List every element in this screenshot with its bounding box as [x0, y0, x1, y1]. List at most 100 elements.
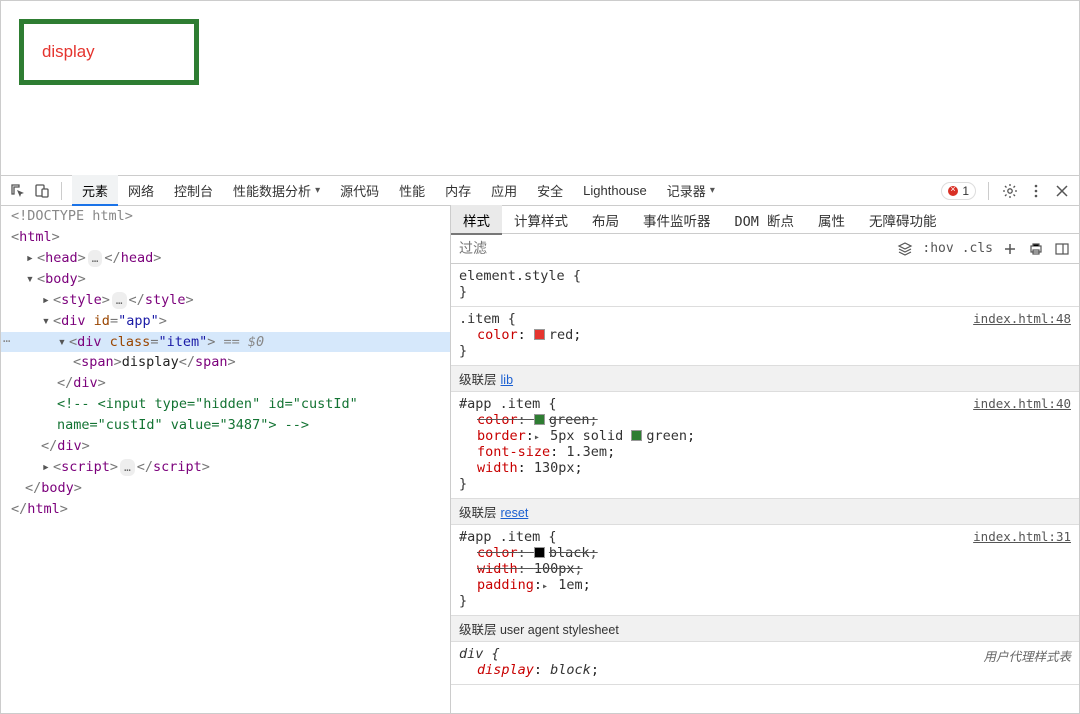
color-swatch-icon[interactable] — [631, 430, 642, 441]
expand-arrow-icon[interactable] — [25, 248, 35, 269]
script-node[interactable]: <script>…</script> — [1, 457, 450, 478]
cascade-layer-link[interactable]: lib — [501, 373, 514, 387]
collapse-arrow-icon[interactable] — [41, 311, 51, 332]
ellipsis-icon[interactable]: … — [112, 292, 127, 309]
rule-element-style[interactable]: element.style { } — [451, 264, 1079, 307]
tab-lighthouse-label: Lighthouse — [583, 183, 647, 198]
styles-filter-input[interactable] — [451, 237, 888, 261]
css-declaration-overridden[interactable]: width: 100px; — [459, 561, 1071, 577]
kebab-menu-icon[interactable] — [1027, 182, 1045, 200]
subtab-layout[interactable]: 布局 — [580, 205, 631, 235]
comment-node-line2[interactable]: name="custId" value="3487"> --> — [1, 415, 450, 436]
collapse-arrow-icon[interactable] — [57, 332, 67, 353]
devtools-tabs: 元素 网络 控制台 性能数据分析▾ 源代码 性能 内存 应用 安全 Lighth… — [72, 175, 935, 206]
rule-selector[interactable]: element.style — [459, 268, 565, 284]
shorthand-expand-icon[interactable]: ▸ — [534, 432, 540, 443]
tab-application[interactable]: 应用 — [481, 175, 527, 206]
tab-perf-insights[interactable]: 性能数据分析▾ — [223, 175, 330, 206]
inspect-element-icon[interactable] — [9, 182, 27, 200]
body-node[interactable]: <body> — [1, 269, 450, 290]
doctype-node[interactable]: <!DOCTYPE html> — [11, 208, 133, 224]
rule-reset[interactable]: index.html:31 #app .item { color: black;… — [451, 525, 1079, 616]
rule-selector[interactable]: div — [459, 646, 483, 662]
css-declaration[interactable]: font-size: 1.3em; — [459, 444, 1071, 460]
close-icon[interactable] — [1053, 182, 1071, 200]
tab-recorder-label: 记录器 — [667, 181, 706, 200]
tab-performance-label: 性能 — [399, 181, 425, 200]
styles-subtabs: 样式 计算样式 布局 事件监听器 DOM 断点 属性 无障碍功能 — [451, 206, 1079, 234]
rule-source-link[interactable]: index.html:31 — [973, 529, 1071, 544]
rule-source-link[interactable]: index.html:40 — [973, 396, 1071, 411]
rule-lib[interactable]: index.html:40 #app .item { color: green;… — [451, 392, 1079, 499]
rule-user-agent[interactable]: 用户代理样式表 div { display: block; — [451, 642, 1079, 685]
head-node[interactable]: <head>…</head> — [1, 248, 450, 269]
cascade-layer-link[interactable]: reset — [501, 506, 529, 520]
css-declaration-overridden[interactable]: color: green; — [459, 412, 1071, 428]
css-declaration[interactable]: display: block; — [459, 662, 1071, 678]
cls-toggle[interactable]: .cls — [962, 241, 993, 256]
expand-arrow-icon[interactable] — [41, 290, 51, 311]
tab-sources[interactable]: 源代码 — [330, 175, 389, 206]
ellipsis-icon[interactable]: … — [88, 250, 103, 267]
styles-panel: 样式 计算样式 布局 事件监听器 DOM 断点 属性 无障碍功能 :hov .c… — [451, 206, 1079, 713]
rule-selector[interactable]: #app .item — [459, 396, 540, 412]
subtab-listeners[interactable]: 事件监听器 — [631, 205, 723, 235]
tab-recorder[interactable]: 记录器▾ — [657, 175, 725, 206]
collapse-arrow-icon[interactable] — [25, 269, 35, 290]
device-toolbar-icon[interactable] — [33, 182, 51, 200]
elements-tree-panel[interactable]: <!DOCTYPE html> <html> <head>…</head> <b… — [1, 206, 451, 713]
app-div-close[interactable]: </div> — [1, 436, 450, 457]
body-close[interactable]: </body> — [1, 478, 450, 499]
comment-node-line1[interactable]: <!-- <input type="hidden" id="custId" — [1, 394, 450, 415]
app-div-node[interactable]: <div id="app"> — [1, 311, 450, 332]
item-div-close[interactable]: </div> — [1, 373, 450, 394]
computed-sidebar-icon[interactable] — [1053, 240, 1071, 258]
gear-icon[interactable] — [1001, 182, 1019, 200]
tab-elements[interactable]: 元素 — [72, 175, 118, 206]
ellipsis-icon[interactable]: … — [120, 459, 135, 476]
row-actions-icon[interactable]: ⋯ — [3, 332, 10, 351]
tab-network[interactable]: 网络 — [118, 175, 164, 206]
html-close[interactable]: </html> — [1, 499, 450, 520]
tab-security[interactable]: 安全 — [527, 175, 573, 206]
tab-memory[interactable]: 内存 — [435, 175, 481, 206]
devtools-main-toolbar: 元素 网络 控制台 性能数据分析▾ 源代码 性能 内存 应用 安全 Lighth… — [1, 176, 1079, 206]
css-declaration[interactable]: color: red; — [459, 327, 1071, 343]
chevron-down-icon: ▾ — [315, 185, 320, 196]
expand-arrow-icon[interactable] — [41, 457, 51, 478]
subtab-properties[interactable]: 属性 — [806, 205, 857, 235]
tab-console[interactable]: 控制台 — [164, 175, 223, 206]
hov-toggle[interactable]: :hov — [922, 241, 953, 256]
new-style-rule-icon[interactable] — [1001, 240, 1019, 258]
devtools-toolbar-right: 1 — [941, 182, 1071, 200]
css-declaration[interactable]: border:▸ 5px solid green; — [459, 428, 1071, 444]
shorthand-expand-icon[interactable]: ▸ — [542, 581, 548, 592]
style-node[interactable]: <style>…</style> — [1, 290, 450, 311]
tab-console-label: 控制台 — [174, 181, 213, 200]
subtab-styles[interactable]: 样式 — [451, 205, 502, 235]
css-declaration[interactable]: padding:▸ 1em; — [459, 577, 1071, 593]
print-media-icon[interactable] — [1027, 240, 1045, 258]
tab-performance[interactable]: 性能 — [389, 175, 435, 206]
span-node[interactable]: <span>display</span> — [1, 352, 450, 373]
styles-rules-list[interactable]: element.style { } index.html:48 .item { … — [451, 264, 1079, 713]
subtab-computed[interactable]: 计算样式 — [502, 205, 580, 235]
rule-selector[interactable]: #app .item — [459, 529, 540, 545]
color-swatch-icon[interactable] — [534, 329, 545, 340]
rule-source-link[interactable]: index.html:48 — [973, 311, 1071, 326]
subtab-accessibility[interactable]: 无障碍功能 — [857, 205, 949, 235]
demo-item-box: display — [19, 19, 199, 85]
layers-icon[interactable] — [896, 240, 914, 258]
error-count-badge[interactable]: 1 — [941, 182, 976, 200]
color-swatch-icon[interactable] — [534, 547, 545, 558]
subtab-dom-breakpoints[interactable]: DOM 断点 — [723, 205, 807, 235]
html-open-tag[interactable]: html — [19, 229, 52, 245]
css-declaration[interactable]: width: 130px; — [459, 460, 1071, 476]
rule-selector[interactable]: .item — [459, 311, 500, 327]
rule-item[interactable]: index.html:48 .item { color: red; } — [451, 307, 1079, 366]
color-swatch-icon[interactable] — [534, 414, 545, 425]
item-div-node-selected[interactable]: ⋯ <div class="item"> == $0 — [1, 332, 450, 353]
tab-lighthouse[interactable]: Lighthouse — [573, 177, 657, 204]
cascade-layer-header-reset: 级联层reset — [451, 499, 1079, 525]
css-declaration-overridden[interactable]: color: black; — [459, 545, 1071, 561]
